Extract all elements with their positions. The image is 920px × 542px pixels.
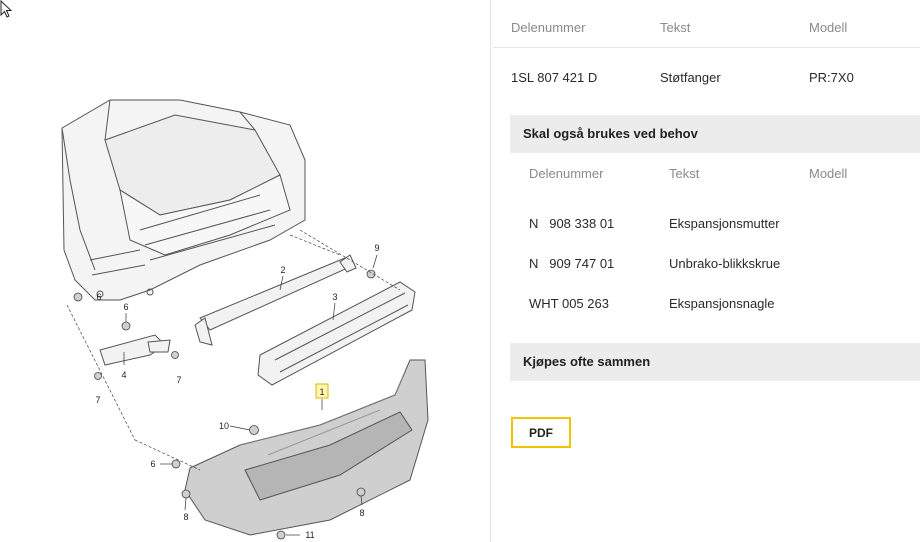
- column-header-text: Tekst: [660, 20, 691, 35]
- parts-table-header: Delenummer Tekst Modell: [493, 0, 920, 48]
- svg-text:3: 3: [332, 292, 337, 302]
- parts-exploded-diagram: 1 2 3 4 6 6 6 7 7 8 8 9 10 11: [61, 99, 429, 540]
- part-text: Ekspansjonsnagle: [669, 296, 775, 311]
- part-number: N 909 747 01: [529, 256, 615, 271]
- svg-text:8: 8: [359, 508, 364, 518]
- part-number: WHT 005 263: [529, 296, 609, 311]
- part-text: Unbrako-blikkskrue: [669, 256, 781, 271]
- column-header-text: Tekst: [669, 166, 700, 181]
- section-title: Kjøpes ofte sammen: [523, 354, 651, 369]
- svg-text:8: 8: [183, 512, 188, 522]
- also-needed-row[interactable]: N 909 747 01 Unbrako-blikkskrue: [493, 252, 920, 276]
- column-header-model: Modell: [809, 20, 848, 35]
- svg-text:7: 7: [95, 395, 100, 405]
- svg-text:7: 7: [176, 375, 181, 385]
- part-text: Støtfanger: [660, 70, 721, 85]
- column-header-model: Modell: [809, 166, 848, 181]
- svg-text:2: 2: [280, 265, 285, 275]
- also-needed-row[interactable]: WHT 005 263 Ekspansjonsnagle: [493, 292, 920, 316]
- part-model: PR:7X0: [809, 70, 854, 85]
- panel-divider: [490, 0, 491, 542]
- parts-info-panel: Delenummer Tekst Modell 1SL 807 421 D St…: [493, 0, 920, 542]
- svg-text:6: 6: [150, 459, 155, 469]
- svg-text:6: 6: [96, 292, 101, 302]
- also-needed-row[interactable]: N 908 338 01 Ekspansjonsmutter: [493, 212, 920, 236]
- svg-text:10: 10: [219, 421, 229, 431]
- column-header-part-number: Delenummer: [529, 166, 604, 181]
- part-number: 1SL 807 421 D: [511, 70, 598, 85]
- part-text: Ekspansjonsmutter: [669, 216, 780, 231]
- svg-text:1: 1: [319, 387, 324, 397]
- section-title: Skal også brukes ved behov: [523, 126, 698, 141]
- pdf-button[interactable]: PDF: [511, 417, 571, 448]
- rear-bumper-cover: [184, 359, 429, 536]
- column-header-part-number: Delenummer: [511, 20, 586, 35]
- svg-text:4: 4: [121, 370, 126, 380]
- often-bought-section-header[interactable]: Kjøpes ofte sammen: [510, 343, 920, 381]
- vehicle-body-rear: [61, 99, 306, 301]
- svg-text:6: 6: [123, 302, 128, 312]
- also-needed-section-header[interactable]: Skal også brukes ved behov: [510, 115, 920, 153]
- main-part-row[interactable]: 1SL 807 421 D Støtfanger PR:7X0: [493, 66, 920, 90]
- part-number: N 908 338 01: [529, 216, 615, 231]
- svg-text:11: 11: [305, 530, 314, 540]
- mounting-bracket-left: [99, 334, 171, 366]
- svg-text:9: 9: [374, 243, 379, 253]
